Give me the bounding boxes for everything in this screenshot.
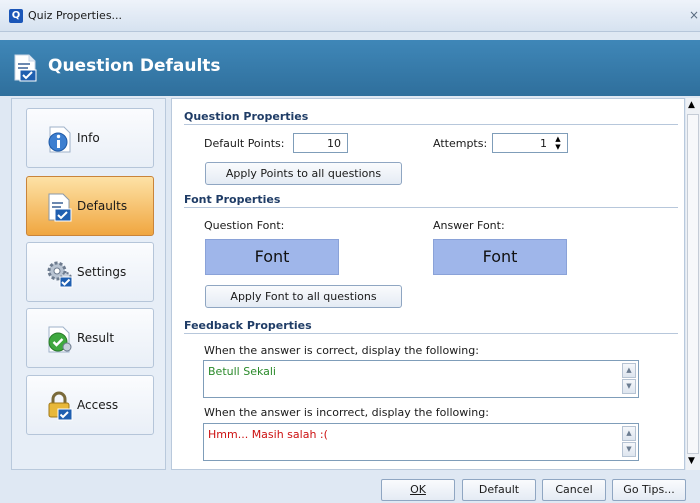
page-title: Question Defaults <box>48 56 221 76</box>
attempts-value: 1 <box>540 137 547 150</box>
answer-font-label: Answer Font: <box>433 219 505 232</box>
info-icon <box>48 126 71 153</box>
padlock-icon <box>48 391 73 421</box>
gears-icon <box>47 261 73 288</box>
scroll-up-icon[interactable]: ▲ <box>622 363 636 378</box>
question-doc-icon <box>14 54 37 82</box>
sidebar-item-label: Settings <box>77 265 127 279</box>
scrollbar-thumb[interactable] <box>687 114 699 454</box>
apply-font-button[interactable]: Apply Font to all questions <box>205 285 402 308</box>
apply-points-button[interactable]: Apply Points to all questions <box>205 162 402 185</box>
textarea-scrollbar[interactable]: ▲ ▼ <box>622 426 636 458</box>
default-button[interactable]: Default <box>462 479 536 501</box>
main-panel: Question Properties Default Points: 10 A… <box>171 98 685 470</box>
correct-feedback-label: When the answer is correct, display the … <box>204 344 479 357</box>
defaults-doc-icon <box>48 193 72 222</box>
go-tips-button[interactable]: Go Tips... <box>612 479 686 501</box>
sidebar-item-result[interactable]: Result <box>26 308 154 368</box>
correct-feedback-textarea[interactable]: Betull Sekali ▲ ▼ <box>203 360 639 398</box>
scroll-down-icon[interactable]: ▼ <box>688 456 695 466</box>
sidebar-item-settings[interactable]: Settings <box>26 242 154 302</box>
checkmark-doc-icon <box>48 326 72 353</box>
sidebar-item-info[interactable]: Info <box>26 108 154 168</box>
close-icon[interactable]: × <box>689 8 699 22</box>
scroll-down-icon[interactable]: ▼ <box>622 379 636 394</box>
default-points-input[interactable]: 10 <box>293 133 348 153</box>
section-divider <box>184 124 678 125</box>
incorrect-feedback-text: Hmm... Masih salah :( <box>208 428 328 441</box>
spin-arrows-icon[interactable]: ▲ ▼ <box>552 135 564 151</box>
answer-font-button[interactable]: Font <box>433 239 567 275</box>
cancel-label: Cancel <box>555 483 593 496</box>
question-properties-heading: Question Properties <box>184 110 309 123</box>
page-header: Question Defaults <box>0 40 700 96</box>
question-font-label: Question Font: <box>204 219 285 232</box>
feedback-properties-heading: Feedback Properties <box>184 319 312 332</box>
scroll-up-icon[interactable]: ▲ <box>622 426 636 441</box>
cancel-button[interactable]: Cancel <box>542 479 606 501</box>
sidebar-item-access[interactable]: Access <box>26 375 154 435</box>
footer: OK Default Cancel Go Tips... <box>0 470 700 503</box>
default-points-label: Default Points: <box>204 137 285 150</box>
attempts-stepper[interactable]: 1 ▲ ▼ <box>492 133 568 153</box>
sidebar-item-defaults[interactable]: Defaults <box>26 176 154 236</box>
sidebar: Info Defaults Settings Result Access <box>11 98 166 470</box>
sidebar-item-label: Result <box>77 331 115 345</box>
section-divider <box>184 207 678 208</box>
sidebar-item-label: Defaults <box>77 199 128 213</box>
textarea-scrollbar[interactable]: ▲ ▼ <box>622 363 636 395</box>
scroll-down-icon[interactable]: ▼ <box>622 442 636 457</box>
sidebar-item-label: Access <box>77 398 119 412</box>
section-divider <box>184 333 678 334</box>
title-bar: Q Quiz Properties... × <box>0 0 700 32</box>
ok-label: OK <box>410 483 426 496</box>
incorrect-feedback-textarea[interactable]: Hmm... Masih salah :( ▲ ▼ <box>203 423 639 461</box>
sidebar-item-label: Info <box>77 131 100 145</box>
scroll-up-icon[interactable]: ▲ <box>688 100 695 110</box>
window-title: Quiz Properties... <box>28 9 123 22</box>
question-font-button[interactable]: Font <box>205 239 339 275</box>
correct-feedback-text: Betull Sekali <box>208 365 276 378</box>
font-properties-heading: Font Properties <box>184 193 281 206</box>
attempts-label: Attempts: <box>433 137 488 150</box>
incorrect-feedback-label: When the answer is incorrect, display th… <box>204 406 489 419</box>
default-label: Default <box>478 483 520 496</box>
go-tips-label: Go Tips... <box>623 483 675 496</box>
app-icon: Q <box>9 9 23 23</box>
main-scrollbar[interactable]: ▲ ▼ <box>686 98 700 470</box>
ok-button[interactable]: OK <box>381 479 455 501</box>
